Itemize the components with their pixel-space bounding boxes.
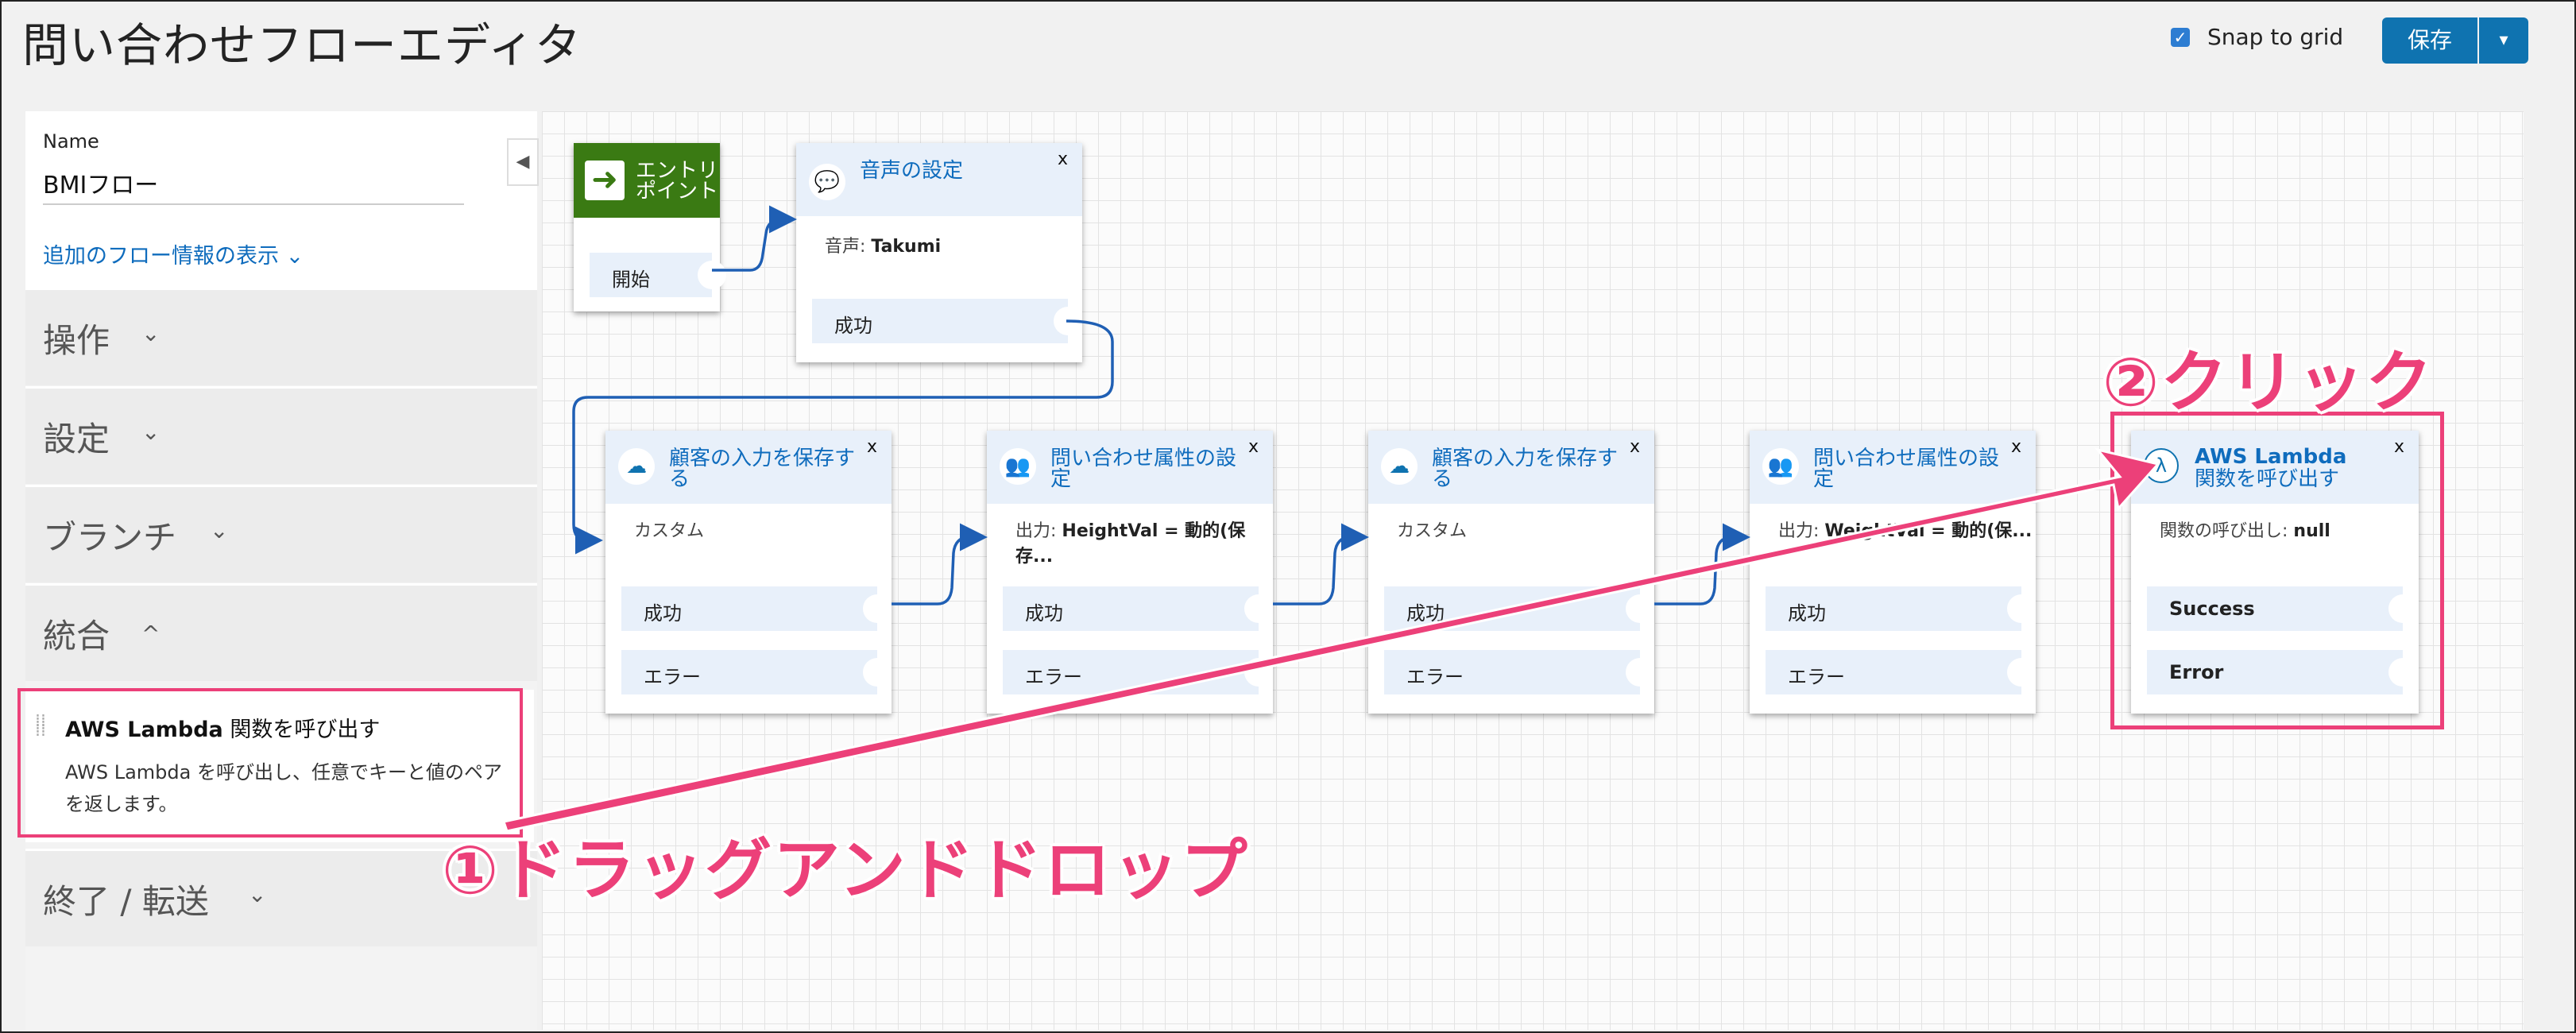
save-button[interactable]: 保存: [2382, 17, 2477, 64]
block-title: エントリポイント: [636, 161, 718, 203]
port-connector[interactable]: [863, 594, 892, 623]
port-connector[interactable]: [2007, 658, 2036, 687]
category-branch[interactable]: ブランチ ⌄: [25, 485, 537, 582]
port-error[interactable]: エラー: [621, 650, 892, 694]
block-store-customer-input-2[interactable]: ☁ 顧客の入力を保存する x カスタム 成功 エラー: [1368, 431, 1654, 714]
collapse-sidebar-button[interactable]: ◀: [507, 138, 539, 186]
name-field[interactable]: BMIフロー: [43, 165, 158, 200]
category-label: ブランチ: [43, 518, 177, 557]
category-actions[interactable]: 操作 ⌄: [25, 288, 537, 385]
port-connector[interactable]: [1244, 658, 1273, 687]
port-success[interactable]: 成功: [1766, 586, 2036, 631]
port-success[interactable]: 成功: [1384, 586, 1654, 631]
annotation-click: ②クリック: [2102, 343, 2435, 421]
port-success[interactable]: 成功: [812, 299, 1082, 343]
save-dropdown-button[interactable]: ▾: [2479, 17, 2528, 64]
port-label: エラー: [644, 666, 701, 688]
block-title: 音声の設定: [860, 159, 964, 183]
arrow-right-icon: ➜: [585, 161, 625, 200]
block-title: 問い合わせ属性の設定: [1050, 447, 1237, 491]
flow-name-panel: Name BMIフロー 追加のフロー情報の表示 ⌄: [25, 111, 537, 288]
chevron-down-icon: ⌄: [210, 517, 229, 544]
category-label: 統合: [43, 617, 110, 656]
contacts-icon: 👥: [1000, 448, 1036, 485]
block-title: 顧客の入力を保存する: [669, 447, 856, 491]
close-icon[interactable]: x: [1630, 437, 1640, 457]
close-icon[interactable]: x: [2011, 437, 2021, 457]
voice-icon: 💬: [809, 164, 845, 200]
highlight-box-lambda-block: [2110, 412, 2444, 729]
block-entry-point[interactable]: ➜ エントリポイント 開始: [574, 143, 726, 311]
block-store-customer-input-1[interactable]: ☁ 顧客の入力を保存する x カスタム 成功 エラー: [605, 431, 892, 714]
more-flow-info-link[interactable]: 追加のフロー情報の表示 ⌄: [43, 238, 304, 269]
close-icon[interactable]: x: [1248, 437, 1259, 457]
highlight-box-palette: [17, 688, 523, 838]
chevron-down-icon: ⌄: [141, 320, 161, 346]
block-summary: 音声: Takumi: [825, 237, 942, 257]
chevron-up-icon: ^: [141, 621, 161, 647]
category-label: 設定: [43, 420, 110, 458]
port-label: 成功: [834, 315, 872, 337]
port-error[interactable]: エラー: [1766, 650, 2036, 694]
snap-to-grid-toggle[interactable]: ✓ Snap to grid: [2171, 24, 2343, 50]
port-connector[interactable]: [698, 261, 726, 289]
port-label: 成功: [644, 602, 682, 625]
block-summary: カスタム: [1397, 521, 1468, 541]
port-connector[interactable]: [1244, 594, 1273, 623]
cloud-upload-icon: ☁: [618, 448, 655, 485]
block-summary: 出力: HeightVal = 動的(保存...: [1015, 521, 1246, 567]
port-success[interactable]: 成功: [621, 586, 892, 631]
cloud-upload-icon: ☁: [1381, 448, 1418, 485]
block-header: ☁ 顧客の入力を保存する x: [1368, 431, 1654, 504]
port-success[interactable]: 成功: [1003, 586, 1273, 631]
close-icon[interactable]: x: [867, 437, 877, 457]
block-header: ☁ 顧客の入力を保存する x: [605, 431, 892, 504]
block-summary: カスタム: [634, 521, 705, 541]
port-error[interactable]: エラー: [1003, 650, 1273, 694]
block-header: 👥 問い合わせ属性の設定 x: [987, 431, 1273, 504]
annotation-drag-and-drop: ①ドラッグアンドドロップ: [442, 831, 1249, 909]
snap-checkbox[interactable]: ✓: [2171, 27, 2190, 47]
category-label: 操作: [43, 321, 110, 360]
port-start[interactable]: 開始: [590, 253, 726, 297]
contacts-icon: 👥: [1762, 448, 1799, 485]
snap-label: Snap to grid: [2207, 24, 2344, 50]
port-label: 成功: [1788, 602, 1826, 625]
port-label: エラー: [1788, 666, 1845, 688]
port-connector[interactable]: [2007, 594, 2036, 623]
category-label: 終了 / 転送: [43, 882, 209, 921]
block-header: 💬 音声の設定 x: [796, 143, 1082, 216]
port-label: 成功: [1406, 602, 1445, 625]
port-connector[interactable]: [1626, 594, 1654, 623]
port-label: 成功: [1025, 602, 1063, 625]
category-settings[interactable]: 設定 ⌄: [25, 386, 537, 484]
chevron-down-icon: ⌄: [248, 881, 267, 907]
port-connector[interactable]: [1626, 658, 1654, 687]
block-header: 👥 問い合わせ属性の設定 x: [1750, 431, 2036, 504]
block-title: 顧客の入力を保存する: [1432, 447, 1619, 491]
port-connector[interactable]: [1054, 307, 1082, 335]
block-set-contact-attributes-2[interactable]: 👥 問い合わせ属性の設定 x 出力: WeightVal = 動的(保... 成…: [1750, 431, 2036, 714]
category-integration[interactable]: 統合 ^: [25, 583, 537, 681]
port-label: 開始: [612, 269, 650, 291]
block-set-voice[interactable]: 💬 音声の設定 x 音声: Takumi 成功: [796, 143, 1082, 362]
chevron-down-icon: ⌄: [141, 419, 161, 445]
close-icon[interactable]: x: [1058, 149, 1068, 169]
port-label: エラー: [1025, 666, 1082, 688]
port-connector[interactable]: [863, 658, 892, 687]
port-error[interactable]: エラー: [1384, 650, 1654, 694]
name-underline: [43, 203, 464, 205]
block-title: 問い合わせ属性の設定: [1813, 447, 2000, 491]
page-title: 問い合わせフローエディタ: [22, 18, 582, 72]
block-summary: 出力: WeightVal = 動的(保...: [1778, 521, 2033, 541]
port-label: エラー: [1406, 666, 1464, 688]
name-label: Name: [43, 130, 99, 153]
entry-header: ➜ エントリポイント: [574, 143, 720, 218]
block-set-contact-attributes-1[interactable]: 👥 問い合わせ属性の設定 x 出力: HeightVal = 動的(保存... …: [987, 431, 1273, 714]
